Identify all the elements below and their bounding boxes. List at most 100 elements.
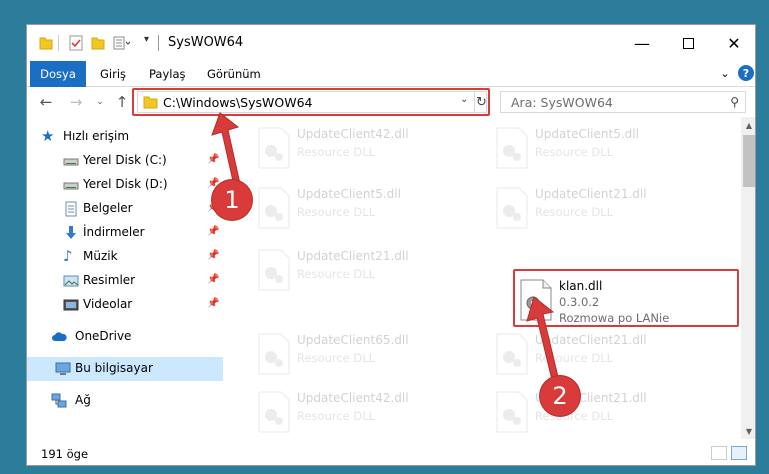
file-description: Resource DLL xyxy=(535,351,614,365)
scroll-down-icon[interactable]: ▼ xyxy=(741,423,755,439)
sidebar-item-label: Resimler xyxy=(83,273,136,287)
qa-separator xyxy=(58,35,59,51)
explorer-window: ▾ SysWOW64 — ✕ Dosya Giriş Paylaş Görünü… xyxy=(26,24,756,466)
sidebar-item-local-disk-c[interactable]: Yerel Disk (C:) 📌 xyxy=(27,149,223,173)
sidebar-item-quick-access[interactable]: ★ Hızlı erişim xyxy=(27,125,223,149)
list-item[interactable]: UpdateClient42.dll Resource DLL xyxy=(251,387,471,439)
close-button[interactable]: ✕ xyxy=(711,25,755,61)
sidebar-item-downloads[interactable]: İndirmeler 📌 xyxy=(27,221,223,245)
customize-icon[interactable] xyxy=(113,35,131,51)
file-name: UpdateClient21.dll xyxy=(297,249,409,263)
qa-dropdown-icon[interactable]: ▾ xyxy=(144,34,149,45)
details-view-icon[interactable] xyxy=(711,446,727,460)
search-input[interactable]: Ara: SysWOW64 xyxy=(511,95,613,110)
folder-icon[interactable] xyxy=(39,35,53,51)
file-description: Resource DLL xyxy=(297,205,376,219)
list-item[interactable]: UpdateClient21.dll Resource DLL xyxy=(489,387,709,439)
chevron-down-icon: ⌄ xyxy=(96,97,104,107)
window-title: SysWOW64 xyxy=(168,35,244,50)
tiles-view-icon[interactable] xyxy=(731,446,747,460)
up-arrow-icon: ↑ xyxy=(115,93,129,111)
sidebar-item-pictures[interactable]: Resimler 📌 xyxy=(27,269,223,293)
file-name: UpdateClient42.dll xyxy=(297,127,409,141)
file-description: Resource DLL xyxy=(297,409,376,423)
sidebar-item-label: Hızlı erişim xyxy=(63,129,130,143)
tab-gorunum[interactable]: Görünüm xyxy=(207,61,261,87)
forward-button[interactable]: → xyxy=(65,91,87,113)
list-item[interactable]: UpdateClient42.dll Resource DLL xyxy=(251,123,471,177)
sidebar-item-label: Yerel Disk (D:) xyxy=(83,177,168,191)
file-description: Resource DLL xyxy=(297,351,376,365)
list-item[interactable]: UpdateClient5.dll Resource DLL xyxy=(251,183,471,237)
dll-file-icon xyxy=(496,391,528,433)
forward-arrow-icon: → xyxy=(69,93,83,111)
pin-icon[interactable]: 📌 xyxy=(207,298,219,309)
title-bar: ▾ SysWOW64 — ✕ xyxy=(27,25,755,61)
sidebar-item-this-pc[interactable]: Bu bilgisayar xyxy=(27,357,223,381)
sidebar-item-music[interactable]: ♪ Müzik 📌 xyxy=(27,245,223,269)
sidebar-item-label: Ağ xyxy=(75,393,91,407)
scroll-thumb[interactable] xyxy=(743,135,755,187)
file-description: Resource DLL xyxy=(535,145,614,159)
pin-icon[interactable]: 📌 xyxy=(207,226,219,237)
item-count: 191 öge xyxy=(41,447,89,461)
dll-file-icon xyxy=(496,333,528,375)
refresh-icon[interactable]: ↻ xyxy=(474,92,488,112)
properties-icon[interactable] xyxy=(69,35,83,51)
file-highlight-box xyxy=(513,269,739,327)
sidebar-item-label: Müzik xyxy=(83,249,118,263)
dll-file-icon xyxy=(258,187,290,229)
download-icon xyxy=(66,226,76,239)
sidebar-item-network[interactable]: Ağ xyxy=(27,389,223,413)
dll-file-icon xyxy=(258,333,290,375)
back-button[interactable]: ← xyxy=(35,91,57,113)
sidebar-item-label: Bu bilgisayar xyxy=(75,361,153,375)
pin-icon[interactable]: 📌 xyxy=(207,250,219,261)
address-bar[interactable]: C:\Windows\SysWOW64 ⌄ ↻ xyxy=(137,91,487,113)
list-item[interactable]: UpdateClient21.dll Resource DLL xyxy=(489,183,709,237)
chevron-down-icon[interactable]: ⌄ xyxy=(460,94,472,105)
drive-icon xyxy=(63,182,79,190)
title-separator xyxy=(158,35,159,51)
navigation-pane: ★ Hızlı erişim Yerel Disk (C:) 📌 Yerel D… xyxy=(27,117,223,439)
pin-icon[interactable]: 📌 xyxy=(207,154,219,165)
music-icon: ♪ xyxy=(63,247,73,265)
sidebar-item-label: Yerel Disk (C:) xyxy=(83,153,167,167)
list-item[interactable]: UpdateClient65.dll Resource DLL xyxy=(251,329,471,383)
tab-paylas[interactable]: Paylaş xyxy=(149,61,186,87)
scroll-up-icon[interactable]: ▲ xyxy=(741,117,755,133)
search-box[interactable]: Ara: SysWOW64 ⚲ xyxy=(500,91,746,113)
help-icon[interactable]: ? xyxy=(738,65,754,81)
dll-file-icon xyxy=(496,187,528,229)
search-icon[interactable]: ⚲ xyxy=(730,95,739,109)
new-folder-icon[interactable] xyxy=(91,35,105,51)
sidebar-item-documents[interactable]: Belgeler 📌 xyxy=(27,197,223,221)
file-description: Resource DLL xyxy=(297,145,376,159)
file-name: UpdateClient21.dll xyxy=(535,333,647,347)
tab-giris[interactable]: Giriş xyxy=(100,61,126,87)
dll-file-icon xyxy=(258,391,290,433)
status-bar: 191 öge xyxy=(27,439,755,465)
file-description: Resource DLL xyxy=(535,205,614,219)
ribbon-expand-icon[interactable]: ⌄ xyxy=(717,65,733,81)
dll-file-icon xyxy=(258,249,290,291)
maximize-button[interactable] xyxy=(665,25,711,61)
recent-locations-button[interactable]: ⌄ xyxy=(89,91,111,113)
sidebar-item-videos[interactable]: Videolar 📌 xyxy=(27,293,223,317)
pin-icon[interactable]: 📌 xyxy=(207,274,219,285)
sidebar-item-label: Belgeler xyxy=(83,201,133,215)
up-button[interactable]: ↑ xyxy=(111,91,133,113)
step-badge-1: 1 xyxy=(212,180,252,220)
sidebar-item-onedrive[interactable]: OneDrive xyxy=(27,325,223,349)
minimize-button[interactable]: — xyxy=(619,25,665,61)
vertical-scrollbar[interactable]: ▲ ▼ xyxy=(741,117,755,439)
network-icon xyxy=(51,393,67,408)
cloud-icon xyxy=(52,332,67,341)
list-item[interactable]: UpdateClient5.dll Resource DLL xyxy=(489,123,709,177)
address-path[interactable]: C:\Windows\SysWOW64 xyxy=(163,95,312,110)
pictures-icon xyxy=(63,275,79,287)
list-item[interactable]: UpdateClient21.dll Resource DLL xyxy=(489,329,709,383)
sidebar-item-local-disk-d[interactable]: Yerel Disk (D:) 📌 xyxy=(27,173,223,197)
list-item[interactable]: UpdateClient21.dll Resource DLL xyxy=(251,245,471,299)
videos-icon xyxy=(63,299,79,311)
